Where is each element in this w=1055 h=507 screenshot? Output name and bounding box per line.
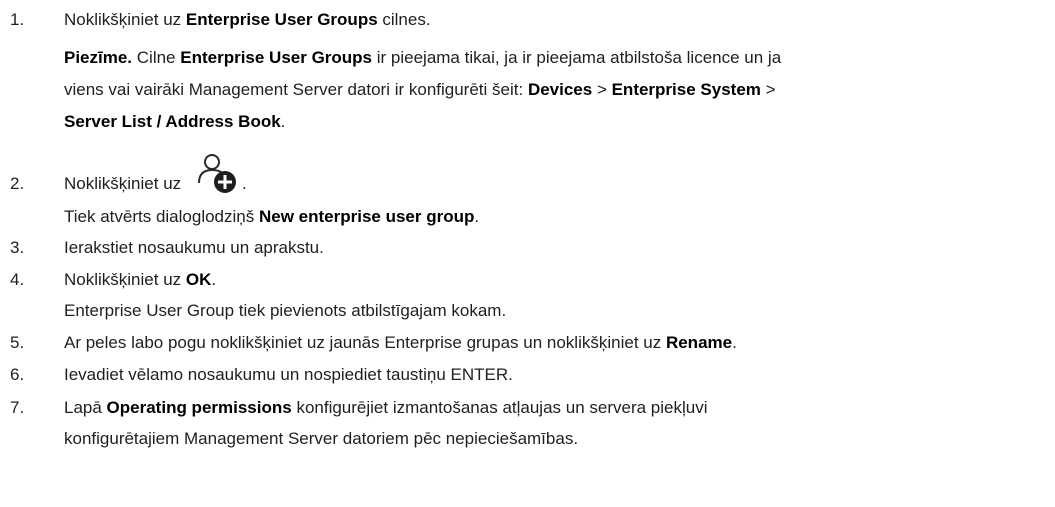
step-5-text: Ar peles labo pogu noklikšķiniet uz jaun… — [64, 333, 737, 352]
step-3-text: Ierakstiet nosaukumu un aprakstu. — [64, 238, 324, 257]
step-number: 5. — [10, 333, 25, 352]
ui-term: Server List / Address Book — [64, 112, 281, 131]
ui-term: Enterprise System — [611, 80, 761, 99]
ui-term: Enterprise User Groups — [180, 48, 373, 67]
step-number: 4. — [10, 270, 25, 289]
note-line-1: Piezīme. Cilne Enterprise User Groups ir… — [64, 48, 782, 67]
step-7-line-2: konfigurētajiem Management Server datori… — [64, 429, 579, 448]
ui-term: Devices — [527, 80, 593, 99]
ui-term: Enterprise User Groups — [185, 10, 378, 29]
step-number: 3. — [10, 238, 25, 257]
step-number: 1. — [10, 10, 25, 29]
add-user-group-icon — [198, 154, 236, 193]
step-4-result: Enterprise User Group tiek pievienots at… — [64, 301, 507, 320]
ui-term: OK — [185, 270, 212, 289]
step-1-text: Noklikšķiniet uz Enterprise User Groups … — [64, 10, 431, 29]
step-2-period: . — [242, 174, 247, 193]
note-line-3: Server List / Address Book. — [64, 112, 286, 131]
step-2-result: Tiek atvērts dialoglodziņš New enterpris… — [64, 207, 480, 226]
step-number: 2. — [10, 174, 25, 193]
note-line-2: viens vai vairāki Management Server dato… — [64, 80, 776, 99]
step-number: 7. — [10, 398, 25, 417]
ui-term: New enterprise user group — [258, 207, 475, 226]
note-label: Piezīme. — [64, 48, 133, 67]
step-2-text: Noklikšķiniet uz — [64, 174, 182, 193]
step-6-text: Ievadiet vēlamo nosaukumu un nospiediet … — [64, 365, 513, 384]
step-4-text: Noklikšķiniet uz OK. — [64, 270, 217, 289]
step-7-text: Lapā Operating permissions konfigurējiet… — [64, 398, 708, 417]
ui-term: Operating permissions — [106, 398, 292, 417]
ui-term: Rename — [665, 333, 733, 352]
step-number: 6. — [10, 365, 25, 384]
